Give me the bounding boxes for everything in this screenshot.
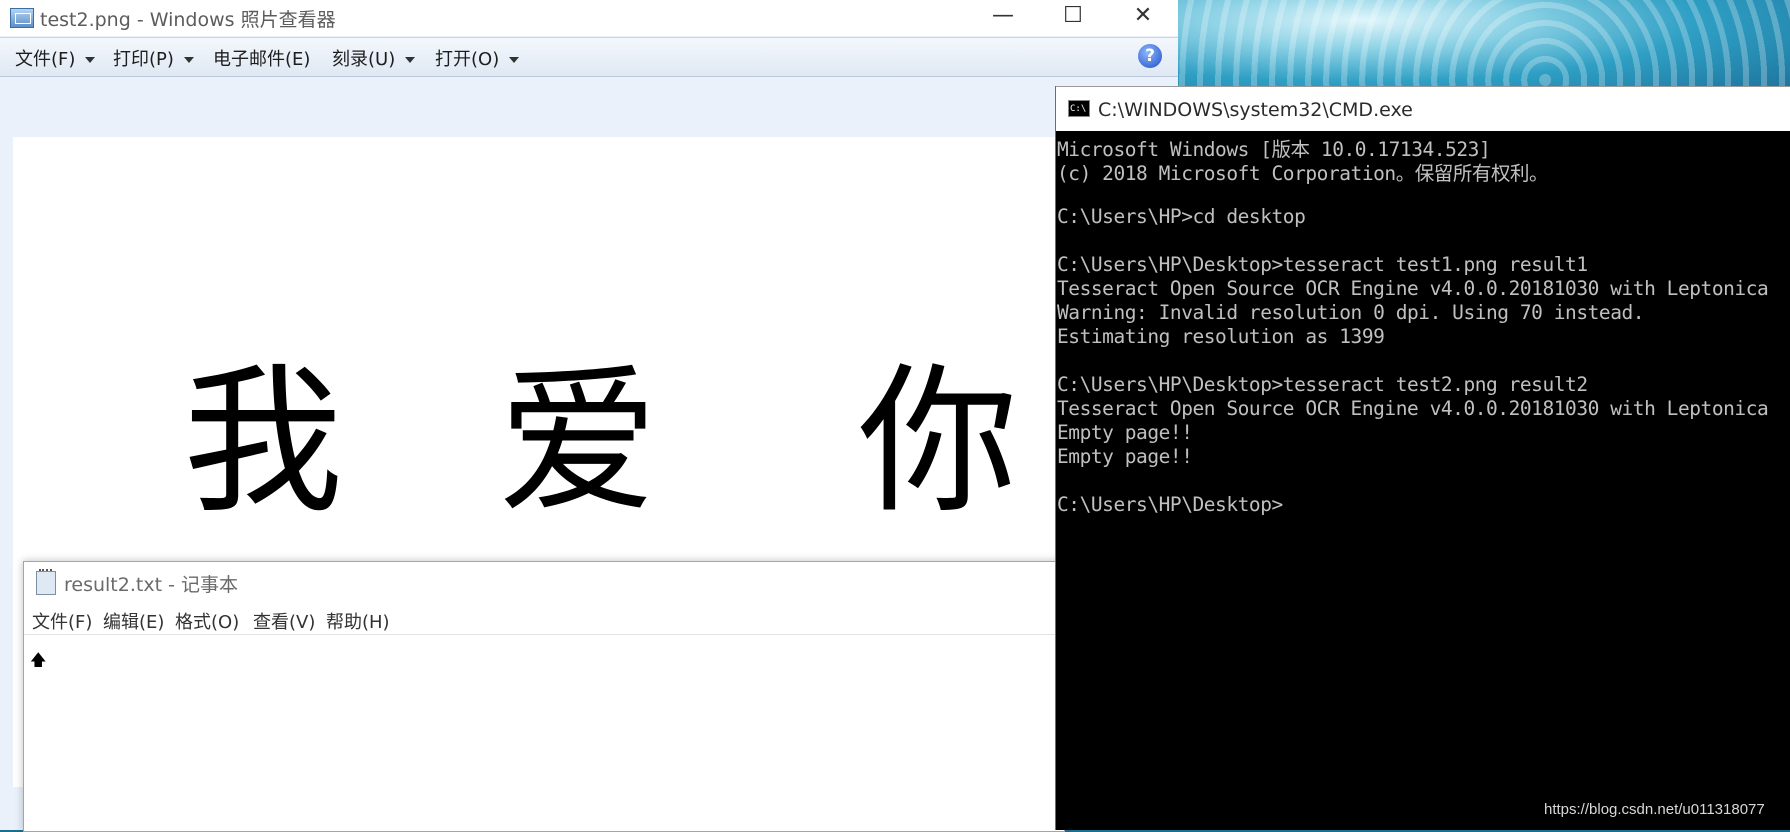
cmd-line: Empty page!! [1057, 445, 1193, 468]
notepad-menu-edit[interactable]: 编辑(E) [103, 608, 164, 634]
cmd-line: Estimating resolution as 1399 [1057, 325, 1385, 348]
menu-file[interactable]: 文件(F) [15, 45, 96, 71]
menu-burn[interactable]: 刻录(U) [332, 45, 416, 71]
watermark-text: https://blog.csdn.net/u011318077 [1544, 801, 1765, 818]
cmd-line: C:\Users\HP>cd desktop [1057, 205, 1306, 228]
cmd-prompt-line: C:\Users\HP\Desktop> [1057, 493, 1283, 516]
menu-open-label: 打开(O) [435, 49, 500, 70]
photo-viewer-app-icon [10, 8, 34, 28]
cmd-line: Empty page!! [1057, 421, 1193, 444]
photo-viewer-title: test2.png - Windows 照片查看器 [40, 9, 336, 31]
notepad-menu-file[interactable]: 文件(F) [32, 608, 92, 634]
cmd-line: Tesseract Open Source OCR Engine v4.0.0.… [1057, 397, 1769, 420]
notepad-window: result2.txt - 记事本 文件(F) 编辑(E) 格式(O) 查看(V… [23, 561, 1065, 832]
menu-email-label: 电子邮件(E) [213, 49, 311, 70]
menu-print-label: 打印(P) [113, 49, 174, 70]
maximize-button[interactable]: ☐ [1038, 0, 1108, 34]
notepad-menu-format[interactable]: 格式(O) [175, 608, 239, 634]
help-icon[interactable]: ? [1138, 44, 1162, 68]
menu-email[interactable]: 电子邮件(E) [213, 45, 310, 71]
image-char-3: 你 [858, 348, 1019, 535]
chevron-down-icon [183, 57, 194, 63]
notepad-menu-view[interactable]: 查看(V) [253, 608, 315, 634]
photo-viewer-titlebar[interactable]: test2.png - Windows 照片查看器 — ☐ ✕ [0, 0, 1178, 36]
close-button[interactable]: ✕ [1108, 0, 1178, 34]
menu-file-label: 文件(F) [15, 49, 76, 70]
image-char-1: 我 [183, 348, 344, 535]
minimize-button[interactable]: — [968, 0, 1038, 34]
menu-burn-label: 刻录(U) [332, 49, 396, 70]
notepad-app-icon [36, 569, 56, 595]
cmd-titlebar[interactable]: C:\ C:\WINDOWS\system32\CMD.exe [1056, 86, 1790, 131]
arrow-up-icon: 🡅 [30, 650, 47, 669]
menu-print[interactable]: 打印(P) [113, 45, 194, 71]
cmd-line: Warning: Invalid resolution 0 dpi. Using… [1057, 301, 1645, 324]
cmd-title: C:\WINDOWS\system32\CMD.exe [1098, 99, 1413, 121]
chevron-down-icon [405, 57, 416, 63]
photo-viewer-menubar: 文件(F) 打印(P) 电子邮件(E) 刻录(U) 打开(O) [0, 37, 1178, 77]
cmd-line: C:\Users\HP\Desktop>tesseract test2.png … [1057, 373, 1588, 396]
cmd-line: Tesseract Open Source OCR Engine v4.0.0.… [1057, 277, 1769, 300]
notepad-text-area[interactable]: 🡅 [24, 634, 1064, 832]
cmd-app-icon: C:\ [1068, 100, 1090, 117]
cmd-line: (c) 2018 Microsoft Corporation。保留所有权利。 [1057, 162, 1549, 185]
cmd-console[interactable]: Microsoft Windows [版本 10.0.17134.523] (c… [1057, 133, 1790, 830]
chevron-down-icon [85, 57, 96, 63]
cmd-window: C:\ C:\WINDOWS\system32\CMD.exe Microsof… [1055, 86, 1790, 830]
notepad-menu-help[interactable]: 帮助(H) [326, 608, 390, 634]
cmd-line: C:\Users\HP\Desktop>tesseract test1.png … [1057, 253, 1588, 276]
chevron-down-icon [509, 57, 520, 63]
notepad-title: result2.txt - 记事本 [64, 574, 238, 596]
menu-open[interactable]: 打开(O) [435, 45, 520, 71]
desktop-wallpaper [1178, 0, 1790, 100]
image-char-2: 爱 [498, 348, 659, 535]
